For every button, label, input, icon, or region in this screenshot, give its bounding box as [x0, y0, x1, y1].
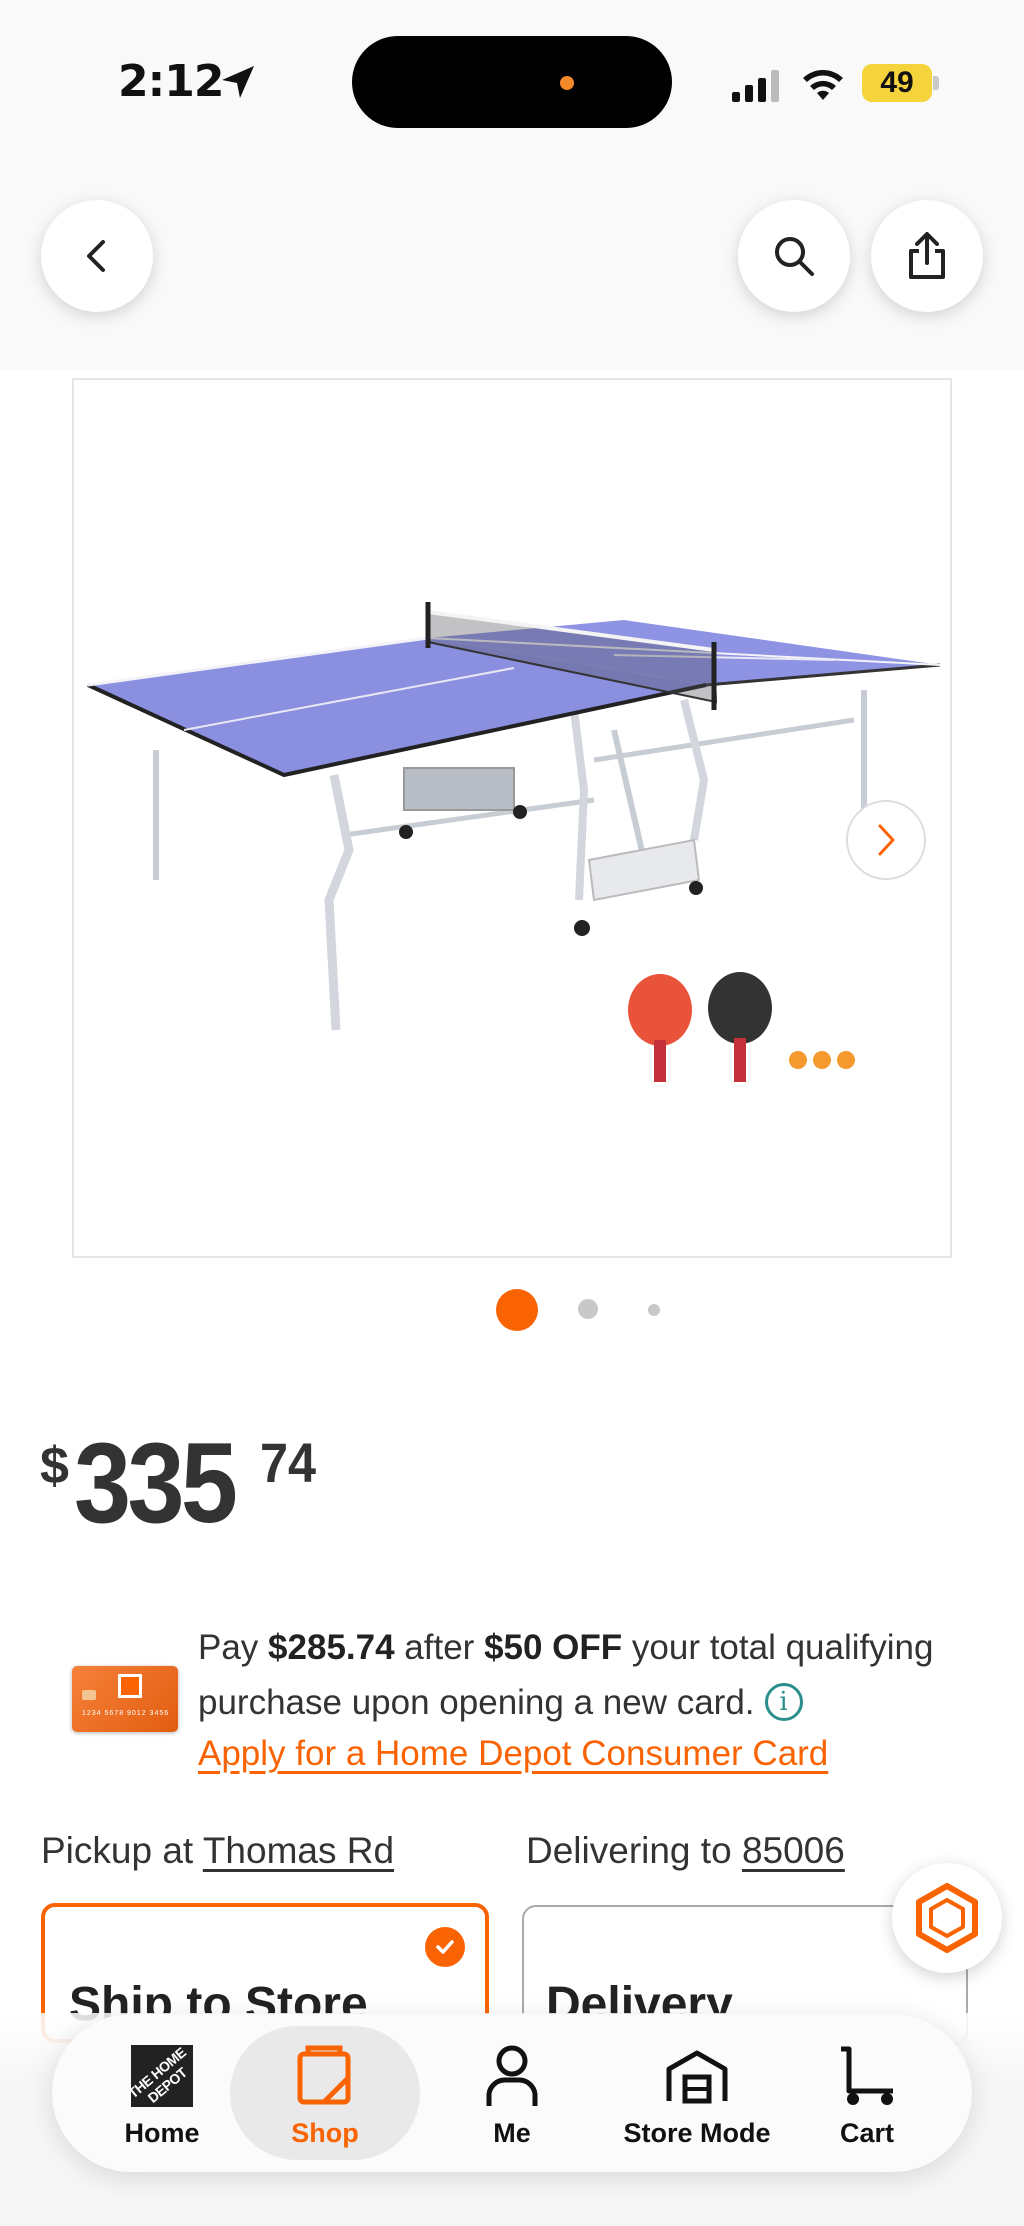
tab-store-mode-label: Store Mode [623, 2118, 771, 2148]
tab-cart-label: Cart [839, 2118, 894, 2148]
tab-cart[interactable]: Cart [812, 2014, 922, 2172]
tab-home-label: Home [124, 2118, 200, 2148]
tab-shop[interactable]: Shop [230, 2014, 420, 2172]
price-cents: 74 [260, 1431, 317, 1494]
dynamic-island [352, 36, 672, 128]
search-icon [775, 237, 814, 276]
delivery-location: Delivering to 85006 [526, 1830, 845, 1872]
hexagon-assistant-icon [916, 1883, 978, 1953]
battery-level: 49 [880, 66, 914, 99]
tab-home[interactable]: THE HOME DEPOT Home [112, 2014, 212, 2172]
tab-me-label: Me [493, 2118, 531, 2148]
apply-card-link[interactable]: Apply for a Home Depot Consumer Card [198, 1734, 828, 1774]
pickup-store-link[interactable]: Thomas Rd [203, 1830, 394, 1871]
wifi-icon [803, 70, 843, 100]
cellular-signal-icon [732, 70, 779, 102]
chevron-right-icon [878, 824, 895, 856]
info-icon[interactable]: i [764, 1683, 803, 1721]
price-dollars: 335 [74, 1420, 238, 1547]
delivery-prefix: Delivering to [526, 1830, 742, 1871]
delivery-zip-link[interactable]: 85006 [742, 1830, 845, 1871]
promo-after: after [394, 1628, 485, 1667]
product-image[interactable] [72, 378, 952, 1258]
tab-me[interactable]: Me [462, 2014, 562, 2172]
tab-shop-label: Shop [291, 2118, 359, 2148]
battery-nub [933, 76, 939, 90]
price-currency: $ [40, 1437, 69, 1495]
chevron-left-icon [87, 240, 105, 272]
promo-discount: $50 OFF [484, 1628, 623, 1667]
header-bar [0, 170, 1024, 370]
assistant-button[interactable] [892, 1863, 1002, 1973]
carousel-dot[interactable] [578, 1299, 598, 1319]
ping-pong-table-image [87, 602, 941, 1082]
credit-card-image: 1234 5678 9012 3456 [72, 1666, 178, 1732]
home-depot-logo-icon [118, 1674, 142, 1698]
carousel-dot-active[interactable] [496, 1289, 538, 1331]
person-icon [486, 2045, 538, 2106]
tab-store-mode[interactable]: Store Mode [592, 2014, 802, 2172]
promo-pay-amount: $285.74 [268, 1628, 395, 1667]
tab-bar: THE HOME DEPOT Home Shop Me Store Mode C… [52, 2014, 972, 2172]
home-depot-logo-icon: THE HOME DEPOT [131, 2045, 193, 2107]
search-button[interactable] [738, 200, 850, 312]
pickup-location: Pickup at Thomas Rd [41, 1830, 394, 1872]
location-arrow-icon [222, 66, 254, 98]
checkmark-icon [425, 1927, 465, 1967]
share-icon [909, 232, 945, 279]
card-chip-icon [82, 1690, 96, 1700]
cart-icon [841, 2046, 893, 2105]
privacy-indicator-icon [560, 76, 574, 90]
card-number: 1234 5678 9012 3456 [82, 1710, 170, 1717]
status-time: 2:12 [118, 56, 224, 107]
store-icon [666, 2050, 728, 2104]
share-button[interactable] [871, 200, 983, 312]
carousel-next-button[interactable] [846, 800, 926, 880]
promo-pay-prefix: Pay [198, 1628, 269, 1667]
carousel-dot[interactable] [648, 1304, 660, 1316]
shop-tag-icon [297, 2045, 351, 2105]
back-button[interactable] [41, 200, 153, 312]
pickup-prefix: Pickup at [41, 1830, 203, 1871]
card-promo-text: Pay $285.74 after $50 OFF your total qua… [198, 1620, 988, 1730]
